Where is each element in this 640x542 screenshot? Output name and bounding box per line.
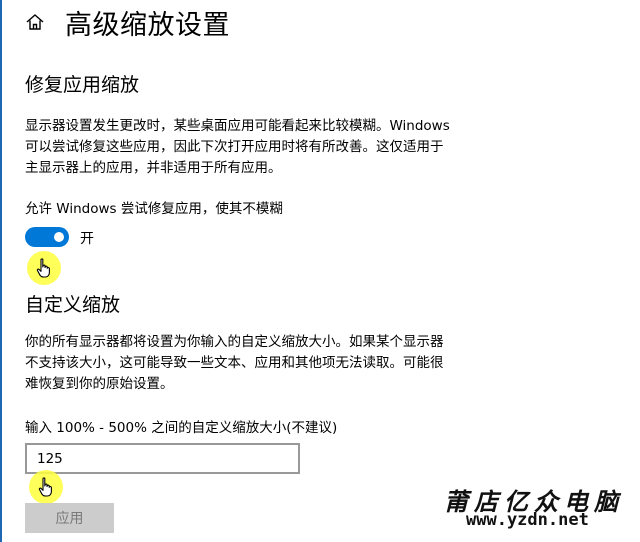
fix-apps-description: 显示器设置发生更改时，某些桌面应用可能看起来比较模糊。Windows 可以尝试修… [25,118,450,176]
apply-button[interactable]: 应用 [25,503,114,533]
toggle-knob [54,232,64,242]
toggle-state-label: 开 [80,231,94,247]
custom-scaling-description: 你的所有显示器都将设置为你输入的自定义缩放大小。如果某个显示器不支持该大小，这可… [25,334,444,392]
hand-pointer-icon [38,477,54,497]
custom-scale-input-label: 输入 100% - 500% 之间的自定义缩放大小(不建议) [25,420,338,436]
custom-scaling-section-title: 自定义缩放 [25,294,121,316]
custom-scale-input[interactable] [25,443,300,474]
watermark-url: www.yzdn.net [466,510,589,530]
fix-apps-toggle-label: 允许 Windows 尝试修复应用，使其不模糊 [25,201,283,217]
window-left-edge [0,0,2,542]
fix-apps-toggle[interactable] [25,227,69,247]
page-header: 高级缩放设置 [25,4,230,41]
page-title: 高级缩放设置 [65,9,230,41]
fix-apps-section-title: 修复应用缩放 [25,74,140,96]
home-icon[interactable] [25,12,45,32]
hand-pointer-icon [36,258,52,278]
